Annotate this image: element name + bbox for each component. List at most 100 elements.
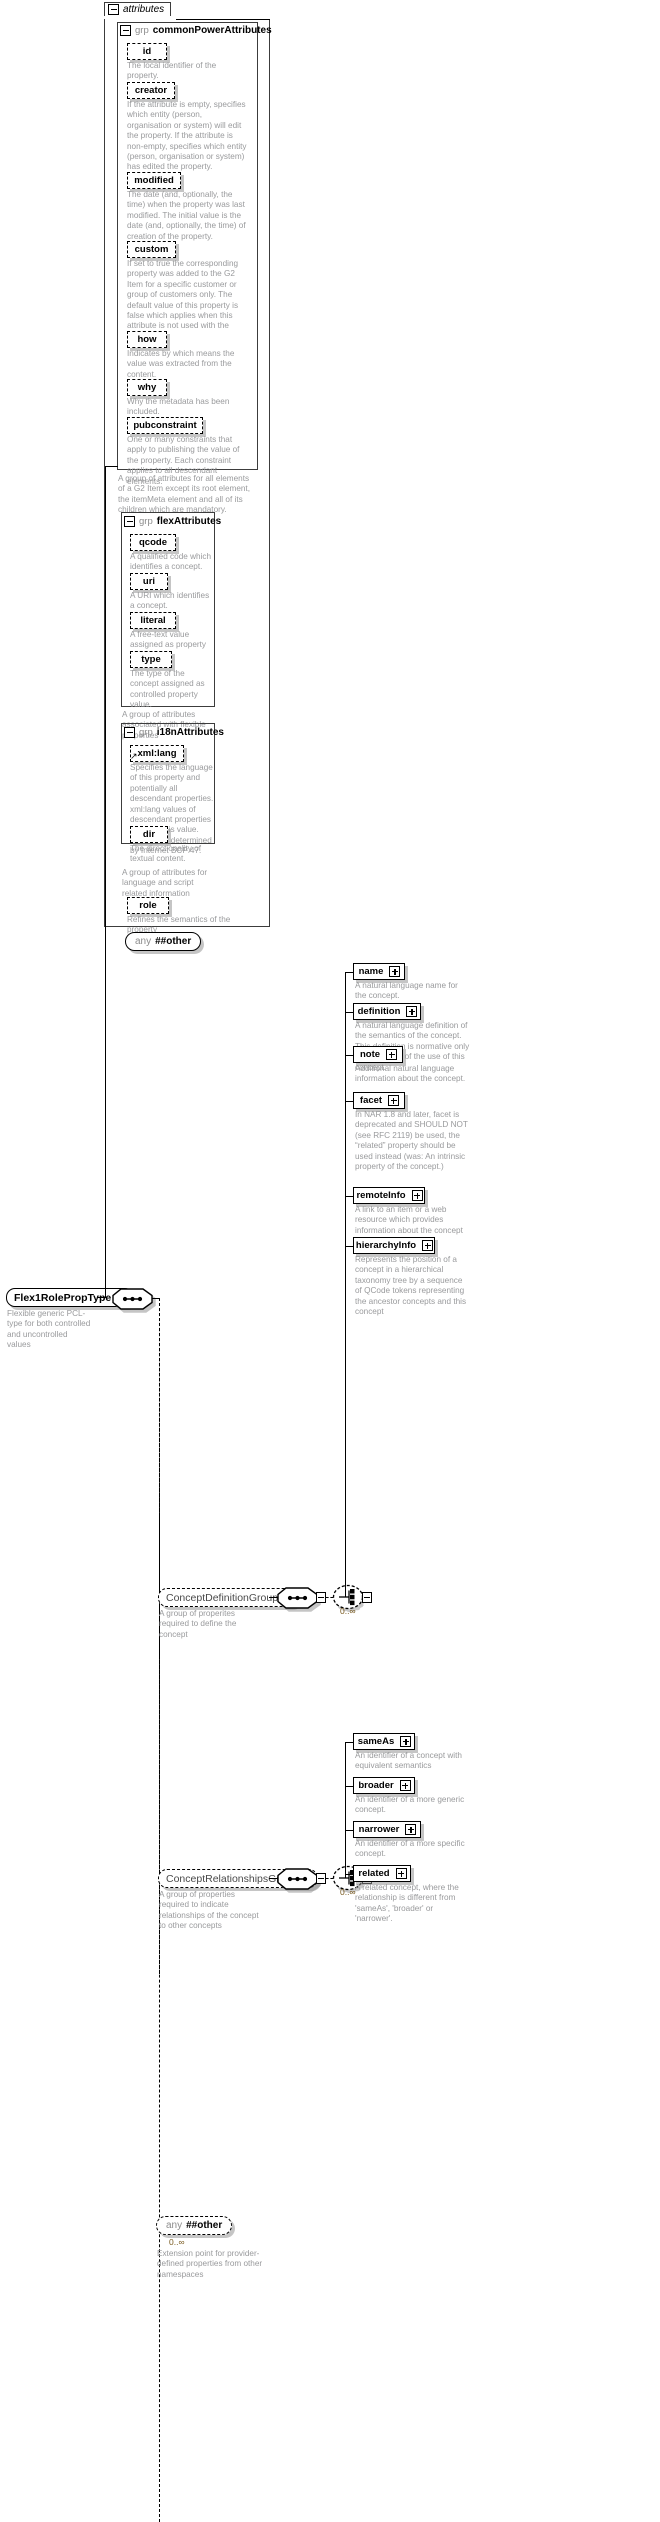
attributes-tab[interactable]: attributes bbox=[104, 2, 172, 16]
attribute-uri-label: uri bbox=[142, 576, 156, 587]
expand-icon[interactable] bbox=[400, 1736, 412, 1747]
crg-sequence-compositor[interactable] bbox=[277, 1868, 318, 1890]
attribute-uri[interactable]: uri bbox=[130, 573, 168, 590]
element-related[interactable]: related bbox=[353, 1865, 411, 1882]
expand-icon[interactable] bbox=[406, 1006, 418, 1017]
element-broader[interactable]: broader bbox=[353, 1777, 415, 1794]
expand-icon[interactable] bbox=[422, 1240, 434, 1251]
attribute-xmllang[interactable]: xml:lang bbox=[130, 745, 184, 762]
reference-arrow-icon: ↗ bbox=[130, 751, 138, 761]
attribute-modified-label: modified bbox=[134, 175, 174, 186]
expand-icon[interactable] bbox=[411, 1190, 423, 1201]
root-connector-v bbox=[105, 466, 107, 1298]
cdg-sequence-compositor[interactable] bbox=[277, 1587, 318, 1609]
element-narrower-annotation: An identifier of a more specific concept… bbox=[355, 1839, 465, 1859]
attribute-why[interactable]: why bbox=[127, 379, 167, 396]
element-name[interactable]: name bbox=[353, 963, 405, 980]
attribute-creator-label: creator bbox=[134, 85, 168, 96]
attribute-why-annotation: Why the metadata has been included. bbox=[127, 397, 230, 417]
element-note[interactable]: note bbox=[353, 1046, 403, 1063]
attribute-type[interactable]: type bbox=[130, 651, 172, 668]
cdg-sequence-collapse[interactable] bbox=[316, 1592, 326, 1603]
attribute-custom-annotation: If set to true the corresponding propert… bbox=[127, 259, 239, 341]
attribute-how-label: how bbox=[137, 334, 157, 345]
attributes-frame-top bbox=[176, 19, 270, 21]
attribute-wildcard-any-other[interactable]: any ##other bbox=[125, 932, 202, 951]
attribute-dir[interactable]: dir bbox=[130, 826, 168, 843]
any-namespace: ##other bbox=[186, 2220, 223, 2231]
attribute-creator-annotation: If the attribute is empty, specifies whi… bbox=[127, 100, 247, 172]
attribute-modified[interactable]: modified bbox=[127, 172, 181, 189]
content-sequence-compositor[interactable] bbox=[112, 1288, 153, 1310]
element-narrower[interactable]: narrower bbox=[353, 1821, 421, 1838]
attribute-id[interactable]: id bbox=[127, 43, 167, 60]
schema-diagram: attributes grp commonPowerAttributes id … bbox=[0, 0, 660, 2522]
expand-icon[interactable] bbox=[389, 966, 401, 977]
attribute-dir-label: dir bbox=[142, 829, 156, 840]
attribute-custom[interactable]: custom bbox=[127, 241, 176, 258]
element-note-label: note bbox=[359, 1049, 381, 1060]
any-namespace: ##other bbox=[155, 936, 192, 947]
group-keyword: grp bbox=[139, 727, 153, 738]
crg-sequence-collapse[interactable] bbox=[316, 1873, 326, 1884]
element-hierarchyInfo-annotation: Represents the position of a concept in … bbox=[355, 1255, 467, 1317]
expand-icon[interactable] bbox=[405, 1824, 417, 1835]
element-facet[interactable]: facet bbox=[353, 1092, 405, 1109]
element-note-annotation: Additional natural language information … bbox=[355, 1064, 466, 1084]
attributes-branch-h bbox=[105, 466, 118, 468]
group-ref-ConceptRelationshipsGroup-annotation: A group of properties required to indica… bbox=[159, 1890, 259, 1931]
attribute-literal[interactable]: literal bbox=[130, 612, 176, 629]
attribute-role-label: role bbox=[139, 900, 157, 911]
cdg-elements-v bbox=[345, 972, 347, 1597]
expand-icon[interactable] bbox=[388, 1095, 400, 1106]
group-flexAttributes[interactable]: grp flexAttributes bbox=[124, 516, 221, 527]
collapse-icon[interactable] bbox=[124, 516, 135, 527]
group-commonPowerAttributes-annotation: A group of attributes for all elements o… bbox=[118, 474, 250, 515]
element-broader-annotation: An identifier of a more generic concept. bbox=[355, 1795, 465, 1815]
attribute-type-annotation: The type of the concept assigned as cont… bbox=[130, 669, 205, 710]
element-definition-label: definition bbox=[357, 1006, 401, 1017]
attribute-modified-annotation: The date (and, optionally, the time) whe… bbox=[127, 190, 246, 241]
content-wildcard-any-other[interactable]: any ##other bbox=[156, 2216, 233, 2235]
group-name: flexAttributes bbox=[156, 516, 222, 527]
group-ref-label: ConceptDefinitionGroup bbox=[166, 1591, 279, 1604]
element-facet-label: facet bbox=[359, 1095, 383, 1106]
expand-icon[interactable] bbox=[386, 1049, 398, 1060]
attribute-why-label: why bbox=[137, 382, 157, 393]
element-remoteInfo[interactable]: remoteInfo bbox=[353, 1187, 425, 1204]
cdg-occurs-label: 0..∞ bbox=[340, 1606, 356, 1616]
element-hierarchyInfo[interactable]: hierarchyInfo bbox=[353, 1237, 435, 1254]
element-name-label: name bbox=[358, 966, 384, 977]
any-keyword: any bbox=[135, 936, 152, 947]
attribute-role[interactable]: role bbox=[127, 897, 169, 914]
attribute-uri-annotation: A URI which identifies a concept. bbox=[130, 591, 210, 611]
crg-elements-v bbox=[345, 1742, 347, 1878]
cdg-choice-collapse[interactable] bbox=[362, 1592, 372, 1603]
collapse-icon[interactable] bbox=[108, 4, 119, 15]
element-facet-annotation: In NAR 1.8 and later, facet is deprecate… bbox=[355, 1110, 468, 1172]
attribute-xmllang-label: xml:lang bbox=[137, 748, 177, 759]
element-hierarchyInfo-label: hierarchyInfo bbox=[355, 1240, 417, 1251]
attributes-tab-label: attributes bbox=[123, 4, 165, 15]
element-definition[interactable]: definition bbox=[353, 1003, 421, 1020]
attribute-qcode-label: qcode bbox=[139, 537, 167, 548]
attribute-qcode[interactable]: qcode bbox=[130, 534, 176, 551]
attribute-id-annotation: The local identifier of the property. bbox=[127, 61, 217, 81]
content-wildcard-annotation: Extension point for provider-defined pro… bbox=[157, 2249, 263, 2279]
expand-icon[interactable] bbox=[395, 1868, 407, 1879]
expand-icon[interactable] bbox=[399, 1780, 411, 1791]
attribute-qcode-annotation: A qualified code which identifies a conc… bbox=[130, 552, 212, 572]
group-commonPowerAttributes[interactable]: grp commonPowerAttributes bbox=[120, 25, 272, 36]
attribute-pubconstraint[interactable]: pubconstraint bbox=[127, 417, 203, 434]
collapse-icon[interactable] bbox=[120, 25, 131, 36]
element-remoteInfo-annotation: A link to an item or a web resource whic… bbox=[355, 1205, 463, 1235]
any-keyword: any bbox=[166, 2220, 183, 2231]
attribute-how[interactable]: how bbox=[127, 331, 167, 348]
attribute-creator[interactable]: creator bbox=[127, 82, 175, 99]
group-name: commonPowerAttributes bbox=[152, 25, 272, 36]
element-sameAs[interactable]: sameAs bbox=[353, 1733, 415, 1750]
element-sameAs-label: sameAs bbox=[357, 1736, 395, 1747]
group-i18nAttributes-annotation: A group of attributes for language and s… bbox=[122, 868, 208, 898]
group-i18nAttributes[interactable]: grp i18nAttributes bbox=[124, 727, 224, 738]
collapse-icon[interactable] bbox=[124, 727, 135, 738]
